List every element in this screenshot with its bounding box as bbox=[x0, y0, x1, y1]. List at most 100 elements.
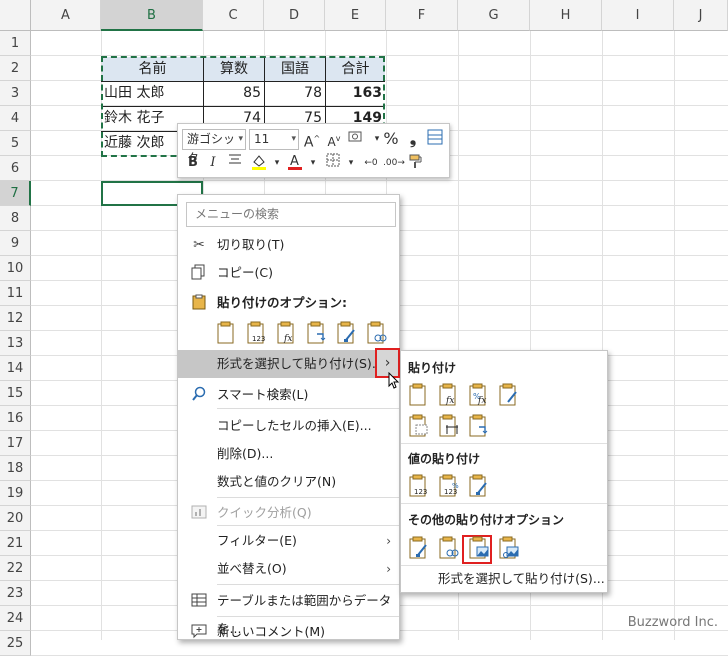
row-header-20[interactable]: 20 bbox=[0, 506, 31, 531]
menu-item-clear[interactable]: 数式と値のクリア(N) bbox=[178, 468, 399, 496]
decrease-decimal-icon[interactable]: .00→ bbox=[383, 153, 405, 173]
menu-item-cut[interactable]: ✂ 切り取り(T) bbox=[178, 231, 399, 259]
col-header-f[interactable]: F bbox=[386, 0, 458, 31]
format-table-icon[interactable] bbox=[426, 129, 444, 149]
row-header-8[interactable]: 8 bbox=[0, 206, 31, 231]
row-header-13[interactable]: 13 bbox=[0, 331, 31, 356]
row-header-7[interactable]: 7 bbox=[0, 181, 31, 206]
menu-item-paste-special[interactable]: 形式を選択して貼り付け(S)... bbox=[178, 350, 399, 378]
paste-other-linkedpic-icon[interactable] bbox=[497, 535, 523, 561]
paste-colwidth-icon[interactable] bbox=[437, 413, 463, 439]
paste-values-values123fmt-icon[interactable]: 123% bbox=[437, 473, 463, 499]
paste-option-formatting-icon[interactable] bbox=[335, 320, 361, 346]
col-header-g[interactable]: G bbox=[458, 0, 530, 31]
scissors-icon: ✂ bbox=[193, 237, 205, 253]
decrease-font-icon[interactable]: Av bbox=[325, 129, 343, 149]
paste-percentfx-icon[interactable]: % fx bbox=[467, 382, 493, 408]
menu-item-delete[interactable]: 削除(D)... bbox=[178, 440, 399, 468]
align-center-icon[interactable] bbox=[226, 153, 244, 173]
menu-item-copy[interactable]: コピー(C) bbox=[178, 259, 399, 287]
context-menu: メニューの検索 ✂ 切り取り(T) コピー(C) 貼り付けのオプション: 形式を選… bbox=[177, 194, 400, 640]
menu-item-smart-lookup[interactable]: スマート検索(L) bbox=[178, 381, 399, 409]
italic-button[interactable]: I bbox=[204, 153, 222, 173]
chevron-down-icon[interactable]: ▾ bbox=[304, 153, 322, 173]
row-header-2[interactable]: 2 bbox=[0, 56, 31, 81]
menu-item-filter[interactable]: フィルター(E) › bbox=[178, 527, 399, 555]
row-header-9[interactable]: 9 bbox=[0, 231, 31, 256]
col-header-e[interactable]: E bbox=[325, 0, 386, 31]
fill-color-icon[interactable] bbox=[250, 153, 268, 173]
paste-option-plain-icon[interactable] bbox=[215, 320, 241, 346]
row-header-14[interactable]: 14 bbox=[0, 356, 31, 381]
paste-values-formatting-icon[interactable] bbox=[467, 473, 493, 499]
select-all-corner[interactable] bbox=[0, 0, 31, 31]
paste-other-formatting-icon[interactable] bbox=[407, 535, 433, 561]
menu-item-sort[interactable]: 並べ替え(O) › bbox=[178, 555, 399, 583]
col-header-i[interactable]: I bbox=[602, 0, 674, 31]
row-header-1[interactable]: 1 bbox=[0, 31, 31, 56]
col-header-j[interactable]: J bbox=[674, 0, 728, 31]
font-name-select[interactable]: 游ゴシック ▾ bbox=[182, 129, 246, 165]
col-header-h[interactable]: H bbox=[530, 0, 602, 31]
increase-font-icon[interactable]: A^ bbox=[303, 129, 321, 151]
svg-text:A: A bbox=[290, 154, 299, 169]
col-header-b[interactable]: B bbox=[101, 0, 203, 31]
paste-transpose-icon[interactable] bbox=[467, 413, 493, 439]
row-header-15[interactable]: 15 bbox=[0, 381, 31, 406]
bold-button[interactable]: B bbox=[184, 153, 202, 173]
paste-plain-icon[interactable] bbox=[407, 382, 433, 408]
row-header-10[interactable]: 10 bbox=[0, 256, 31, 281]
col-header-a[interactable]: A bbox=[31, 0, 101, 31]
row-header-4[interactable]: 4 bbox=[0, 106, 31, 131]
row-header-6[interactable]: 6 bbox=[0, 156, 31, 181]
borders-icon[interactable] bbox=[324, 153, 342, 173]
font-color-icon[interactable]: A bbox=[286, 153, 304, 173]
paste-other-picture-icon[interactable] bbox=[467, 535, 493, 561]
menu-item-quick-analysis[interactable]: クイック分析(Q) bbox=[178, 499, 399, 527]
submenu-heading-paste: 貼り付け bbox=[408, 361, 457, 375]
percent-style-button[interactable]: % bbox=[382, 129, 400, 149]
paste-keepsrc-icon[interactable] bbox=[497, 382, 523, 408]
increase-decimal-icon[interactable]: ←0 bbox=[360, 153, 382, 173]
submenu-item-paste-special[interactable]: 形式を選択して貼り付け(S)... bbox=[401, 565, 607, 593]
row-header-22[interactable]: 22 bbox=[0, 556, 31, 581]
col-header-d[interactable]: D bbox=[264, 0, 325, 31]
row-header-25[interactable]: 25 bbox=[0, 631, 31, 656]
row-header-11[interactable]: 11 bbox=[0, 281, 31, 306]
row-header-18[interactable]: 18 bbox=[0, 456, 31, 481]
search-icon bbox=[190, 386, 208, 404]
col-header-c[interactable]: C bbox=[203, 0, 264, 31]
format-painter-icon[interactable] bbox=[407, 153, 425, 173]
paste-option-transpose-icon[interactable] bbox=[305, 320, 331, 346]
comma-style-button[interactable]: ❟ bbox=[404, 129, 422, 149]
row-header-5[interactable]: 5 bbox=[0, 131, 31, 156]
menu-separator bbox=[217, 584, 399, 585]
mouse-cursor-icon bbox=[388, 372, 400, 389]
menu-item-new-comment[interactable]: 新しいコメント(M) bbox=[178, 618, 399, 646]
menu-search-input[interactable]: メニューの検索 bbox=[186, 202, 396, 227]
row-header-23[interactable]: 23 bbox=[0, 581, 31, 606]
paste-values-values-icon[interactable]: 123 bbox=[407, 473, 433, 499]
paste-option-formula-icon[interactable]: fx bbox=[275, 320, 301, 346]
chevron-down-icon[interactable]: ▾ bbox=[268, 153, 286, 173]
paste-formula-icon[interactable]: fx bbox=[437, 382, 463, 408]
row-header-21[interactable]: 21 bbox=[0, 531, 31, 556]
row-header-3[interactable]: 3 bbox=[0, 81, 31, 106]
svg-text:fx: fx bbox=[445, 396, 454, 406]
menu-item-table-from-range[interactable]: テーブルまたは範囲からデータを... bbox=[178, 587, 399, 636]
row-header-24[interactable]: 24 bbox=[0, 606, 31, 631]
paste-noborder-icon[interactable] bbox=[407, 413, 433, 439]
accounting-format-icon[interactable] bbox=[346, 129, 368, 149]
paste-option-values-icon[interactable]: 123 bbox=[245, 320, 271, 346]
paste-other-link-icon[interactable] bbox=[437, 535, 463, 561]
chevron-down-icon[interactable]: ▾ bbox=[342, 153, 360, 173]
font-size-select[interactable]: 11 ▾ bbox=[249, 129, 299, 150]
row-header-17[interactable]: 17 bbox=[0, 431, 31, 456]
paste-option-link-icon[interactable] bbox=[365, 320, 391, 346]
mini-toolbar: 游ゴシック ▾ 11 ▾ A^ Av ▾ % ❟ B I ▾ A ▾ ▾ ←0 .0… bbox=[177, 123, 450, 178]
table-icon bbox=[190, 592, 208, 610]
row-header-19[interactable]: 19 bbox=[0, 481, 31, 506]
row-header-12[interactable]: 12 bbox=[0, 306, 31, 331]
menu-item-insert-copied[interactable]: コピーしたセルの挿入(E)... bbox=[178, 412, 399, 440]
row-header-16[interactable]: 16 bbox=[0, 406, 31, 431]
